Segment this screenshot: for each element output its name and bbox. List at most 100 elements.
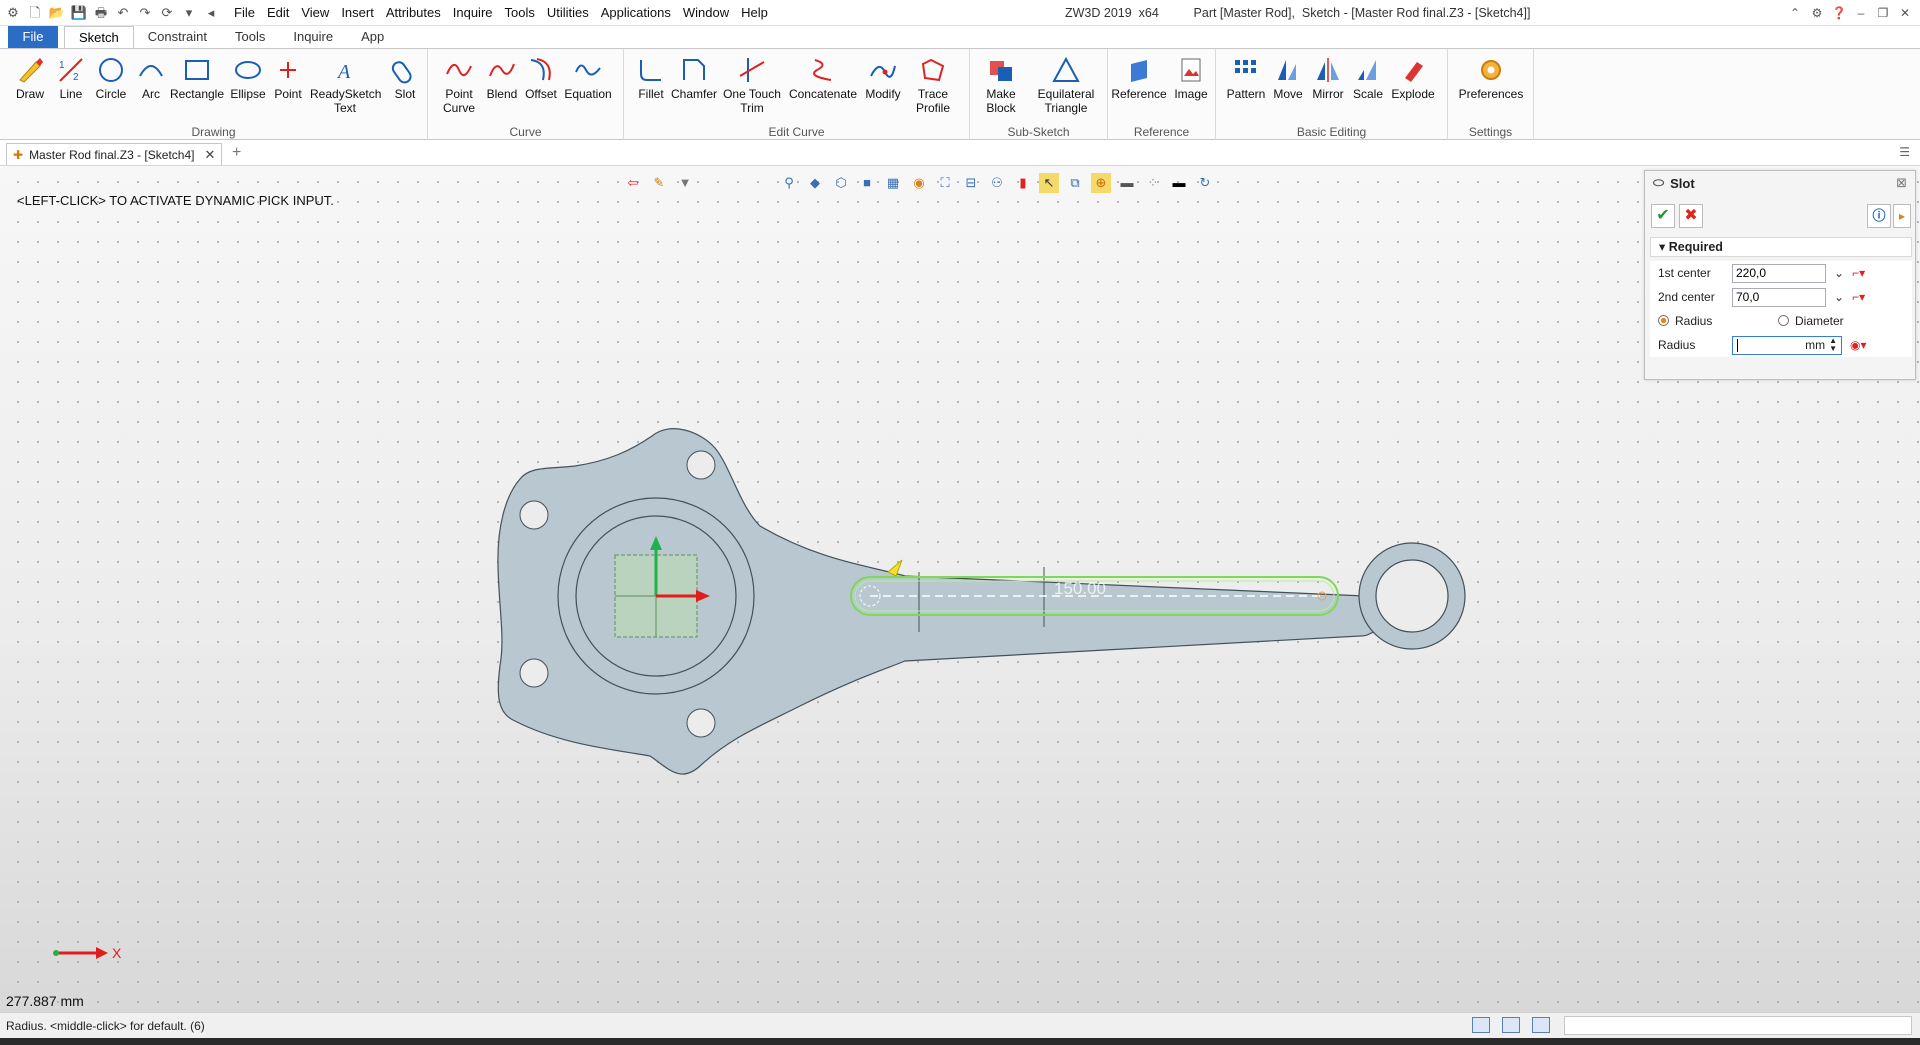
screen-icon[interactable] — [1502, 1017, 1520, 1033]
one-touch-trim-button[interactable]: One Touch Trim — [720, 55, 784, 115]
document-tab-label: Master Rod final.Z3 - [Sketch4] — [29, 147, 195, 162]
command-input[interactable] — [1564, 1016, 1912, 1035]
ellipse-button[interactable]: Ellipse — [228, 55, 268, 101]
reference-button[interactable]: Reference — [1110, 55, 1168, 101]
image-button[interactable]: Image — [1170, 55, 1212, 101]
offset-button[interactable]: Offset — [522, 55, 560, 101]
ok-button[interactable]: ✔ — [1651, 204, 1675, 228]
arc-icon — [134, 55, 168, 85]
menu-attributes[interactable]: Attributes — [380, 0, 447, 26]
sketch-canvas[interactable]: 150.00 X — [0, 166, 1920, 1012]
add-tab-icon[interactable]: + — [232, 144, 241, 162]
close-tab-icon[interactable]: ✕ — [204, 147, 215, 163]
offset-icon — [524, 55, 558, 85]
ribbon-collapse-icon[interactable]: ⌃ — [1784, 6, 1806, 20]
point-button[interactable]: Point — [270, 55, 306, 101]
diameter-radio[interactable] — [1778, 315, 1789, 326]
tab-list-icon[interactable]: ☰ — [1899, 145, 1910, 159]
tab-inquire[interactable]: Inquire — [279, 26, 347, 48]
rectangle-label: Rectangle — [169, 87, 225, 101]
group-basic-editing-label: Basic Editing — [1296, 125, 1367, 139]
print-icon[interactable]: 🖶 — [91, 3, 111, 23]
chamfer-button[interactable]: Chamfer — [670, 55, 718, 101]
pick-icon[interactable]: ◉▾ — [1850, 338, 1867, 352]
line-button[interactable]: 1 2 Line — [54, 55, 88, 101]
expand-options-icon[interactable]: ⌄ — [1834, 266, 1844, 280]
equation-button[interactable]: Equation — [562, 55, 614, 101]
required-section-header[interactable]: ▾ Required — [1650, 237, 1912, 257]
graphics-viewport[interactable]: <LEFT-CLICK> TO ACTIVATE DYNAMIC PICK IN… — [0, 166, 1920, 1012]
save-icon[interactable]: 💾 — [69, 3, 89, 23]
make-block-button[interactable]: Make Block — [978, 55, 1024, 115]
scale-button[interactable]: Scale — [1350, 55, 1386, 101]
readysketch-text-button[interactable]: A ReadySketch Text — [310, 55, 381, 115]
close-icon[interactable]: ✕ — [1894, 6, 1916, 20]
first-center-label: 1st center — [1658, 266, 1711, 280]
mirror-button[interactable]: Mirror — [1308, 55, 1348, 101]
rectangle-button[interactable]: Rectangle — [168, 55, 226, 101]
point-picker-icon[interactable]: ⌐▾ — [1852, 290, 1865, 304]
draw-button[interactable]: Draw — [10, 55, 50, 101]
tab-app[interactable]: App — [347, 26, 398, 48]
first-center-input[interactable] — [1732, 263, 1826, 283]
circle-button[interactable]: Circle — [92, 55, 130, 101]
modify-button[interactable]: Modify — [862, 55, 904, 101]
stepper-icon[interactable]: ▲ ▼ — [1829, 337, 1837, 353]
menu-edit[interactable]: Edit — [261, 0, 295, 26]
preferences-button[interactable]: Preferences — [1458, 55, 1524, 101]
pattern-button[interactable]: Pattern — [1224, 55, 1268, 101]
menu-help[interactable]: Help — [735, 0, 774, 26]
cancel-button[interactable]: ✖ — [1679, 204, 1703, 228]
bolt-hole-left — [519, 500, 549, 530]
new-file-icon[interactable]: 🗋 — [25, 3, 45, 23]
panel-close-icon[interactable]: ⊠ — [1896, 175, 1907, 191]
help-icon[interactable]: ❓ — [1828, 6, 1850, 20]
back-arrow-icon[interactable]: ◂ — [201, 3, 221, 23]
menu-file[interactable]: File — [228, 0, 261, 26]
undo-icon[interactable]: ↶ — [113, 3, 133, 23]
tab-tools[interactable]: Tools — [221, 26, 279, 48]
menu-view[interactable]: View — [295, 0, 335, 26]
concatenate-button[interactable]: Concatenate — [786, 55, 860, 101]
redo-icon[interactable]: ↷ — [135, 3, 155, 23]
layout-icon[interactable] — [1472, 1017, 1490, 1033]
regenerate-icon[interactable]: ⟳ — [157, 3, 177, 23]
minimize-icon[interactable]: – — [1850, 6, 1872, 20]
radius-field[interactable]: mm ▲ ▼ — [1732, 335, 1842, 355]
menu-inquire[interactable]: Inquire — [447, 0, 499, 26]
menu-insert[interactable]: Insert — [335, 0, 380, 26]
expand-options-icon[interactable]: ⌄ — [1834, 290, 1844, 304]
gear-icon[interactable]: ⚙ — [1806, 6, 1828, 20]
menu-window[interactable]: Window — [677, 0, 735, 26]
bolt-hole-top — [686, 450, 716, 480]
tab-constraint[interactable]: Constraint — [134, 26, 221, 48]
point-curve-button[interactable]: Point Curve — [438, 55, 480, 115]
tab-file[interactable]: File — [8, 26, 58, 48]
slot-button[interactable]: Slot — [386, 55, 424, 101]
second-center-input[interactable] — [1732, 287, 1826, 307]
menu-applications[interactable]: Applications — [595, 0, 677, 26]
point-picker-icon[interactable]: ⌐▾ — [1852, 266, 1865, 280]
open-folder-icon[interactable]: 📂 — [47, 3, 67, 23]
chevron-down-icon[interactable]: ▾ — [179, 3, 199, 23]
info-button[interactable]: ⓘ — [1867, 204, 1891, 228]
expand-panel-button[interactable]: ▸ — [1893, 204, 1911, 228]
trace-profile-button[interactable]: Trace Profile — [908, 55, 958, 115]
fillet-button[interactable]: Fillet — [634, 55, 668, 101]
menu-tools[interactable]: Tools — [499, 0, 541, 26]
tab-sketch[interactable]: Sketch — [64, 26, 134, 48]
move-button[interactable]: Move — [1270, 55, 1306, 101]
restore-icon[interactable]: ❐ — [1872, 6, 1894, 20]
blend-button[interactable]: Blend — [484, 55, 520, 101]
equilateral-triangle-button[interactable]: Equilateral Triangle — [1030, 55, 1102, 115]
menu-utilities[interactable]: Utilities — [541, 0, 595, 26]
point-curve-label: Point Curve — [442, 87, 475, 115]
arc-button[interactable]: Arc — [134, 55, 168, 101]
app-logo-icon[interactable]: ⚙ — [3, 3, 23, 23]
radius-radio[interactable] — [1658, 315, 1669, 326]
radius-option[interactable]: Radius — [1650, 314, 1778, 328]
explode-button[interactable]: Explode — [1388, 55, 1438, 101]
document-tab[interactable]: ✚ Master Rod final.Z3 - [Sketch4] ✕ — [6, 143, 223, 165]
window-icon[interactable] — [1532, 1017, 1550, 1033]
diameter-option[interactable]: Diameter — [1778, 314, 1844, 328]
